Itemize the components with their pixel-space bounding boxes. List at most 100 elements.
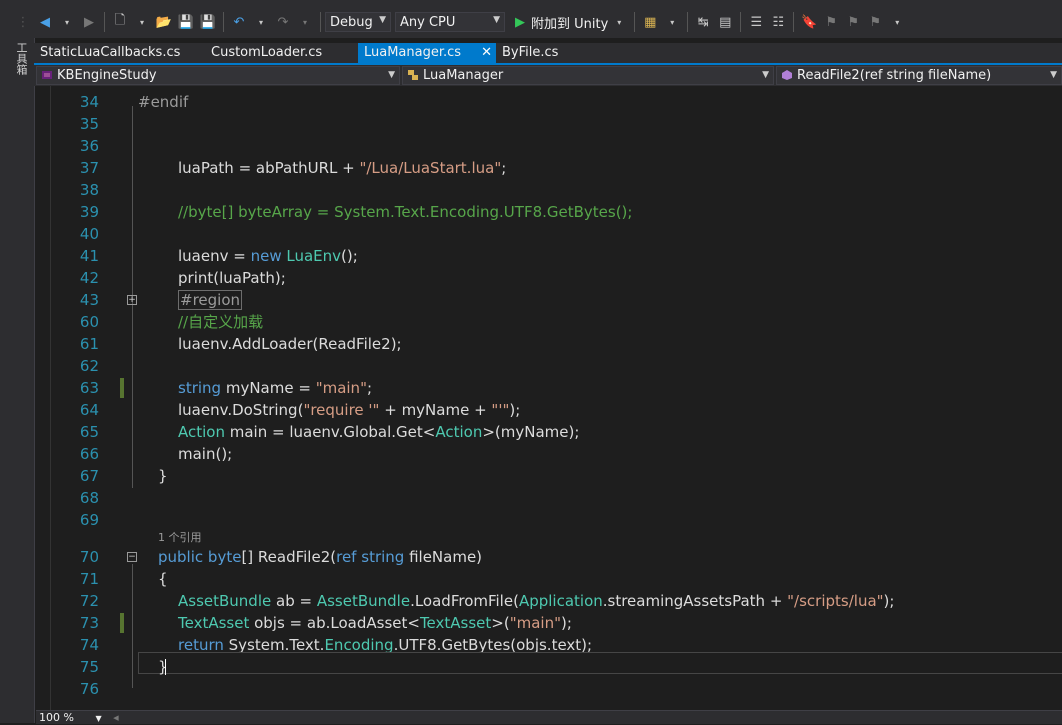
line-number: 34 [79, 93, 99, 111]
new-project-icon[interactable]: 🗋 [111, 11, 129, 33]
zoom-dropdown-icon[interactable]: ▼ [95, 714, 101, 723]
change-marker [120, 613, 124, 633]
line-number: 66 [79, 445, 99, 463]
toolbox-label[interactable]: 工具箱 [13, 42, 28, 75]
tab-label: StaticLuaCallbacks.cs [40, 45, 181, 60]
tab-luamanager[interactable]: LuaManager.cs ✕ [358, 43, 496, 63]
code-line: 65 Action main = luaenv.Global.Get<Action… [36, 421, 1062, 443]
collapsed-region[interactable]: #region [178, 290, 243, 310]
line-number: 35 [79, 115, 99, 133]
code-line: 43 + #region [36, 289, 1062, 311]
toolbar: ⋮ ◀ ▾ ▶ 🗋 ▾ 📂 💾 💾 ↶ ▾ ↷ ▾ Debug ▼ Any CPU… [0, 6, 1062, 38]
play-icon[interactable]: ▶ [511, 11, 529, 33]
line-number: 67 [79, 467, 99, 485]
line-number: 71 [79, 570, 99, 588]
redo-icon[interactable]: ↷ [274, 11, 292, 33]
line-number: 41 [79, 247, 99, 265]
dropdown-arrow-icon[interactable]: ▾ [610, 11, 628, 33]
tab-label: CustomLoader.cs [211, 45, 323, 60]
attach-button[interactable]: 附加到 Unity [531, 13, 608, 32]
dropdown-arrow-icon[interactable]: ▾ [252, 11, 270, 33]
close-icon[interactable]: ✕ [481, 43, 492, 63]
tab-customloader[interactable]: CustomLoader.cs [205, 43, 355, 63]
code-line: 37 luaPath = abPathURL + "/Lua/LuaStart.l… [36, 157, 1062, 179]
clear-bookmarks-icon[interactable]: ⚑ [866, 11, 884, 33]
code-text: //byte[] byteArray = System.Text.Encodin… [178, 203, 633, 221]
code-text: TextAsset objs = ab.LoadAsset<TextAsset>… [178, 614, 572, 632]
platform-select[interactable]: Any CPU ▼ [395, 12, 505, 32]
dropdown-arrow-icon[interactable]: ▾ [133, 11, 151, 33]
code-line: 71 { [36, 568, 1062, 590]
line-number: 68 [79, 489, 99, 507]
code-lens-references[interactable]: 1 个引用 [158, 531, 202, 545]
expand-icon[interactable]: + [127, 295, 137, 305]
code-line: 66 main(); [36, 443, 1062, 465]
code-text: public byte[] ReadFile2(ref string fileN… [158, 548, 483, 566]
bookmark-icon[interactable]: 🔖 [800, 11, 818, 33]
line-number: 72 [79, 592, 99, 610]
line-number: 42 [79, 269, 99, 287]
line-number: 37 [79, 159, 99, 177]
uncomment-icon[interactable]: ☷ [769, 11, 787, 33]
scroll-left-icon[interactable]: ◂ [113, 711, 119, 724]
code-text: AssetBundle ab = AssetBundle.LoadFromFil… [178, 592, 895, 610]
code-text: //自定义加载 [178, 313, 264, 331]
navigation-bar: KBEngineStudy ▼ LuaManager ▼ ReadFile2(ref… [34, 65, 1062, 86]
tab-label: LuaManager.cs [364, 45, 462, 60]
line-number: 73 [79, 614, 99, 632]
save-icon[interactable]: 💾 [177, 11, 195, 33]
zoom-level[interactable]: 100 % [39, 711, 74, 724]
configuration-select[interactable]: Debug ▼ [325, 12, 391, 32]
undo-icon[interactable]: ↶ [230, 11, 248, 33]
dropdown-arrow-icon[interactable]: ▾ [296, 11, 314, 33]
line-number: 40 [79, 225, 99, 243]
prev-bookmark-icon[interactable]: ⚑ [822, 11, 840, 33]
step-icon[interactable]: ↹ [694, 11, 712, 33]
open-icon[interactable]: 📂 [155, 11, 173, 33]
line-number: 38 [79, 181, 99, 199]
line-number: 70 [79, 548, 99, 566]
find-icon[interactable]: ▦ [641, 11, 659, 33]
code-line: 73 TextAsset objs = ab.LoadAsset<TextAsse… [36, 612, 1062, 634]
member-dropdown[interactable]: ReadFile2(ref string fileName) ▼ [776, 66, 1062, 85]
grip-icon: ⋮ [16, 14, 30, 30]
forward-icon[interactable]: ▶ [80, 11, 98, 33]
back-icon[interactable]: ◀ [36, 11, 54, 33]
code-text: } [158, 658, 168, 676]
next-bookmark-icon[interactable]: ⚑ [844, 11, 862, 33]
code-text: luaPath = abPathURL + "/Lua/LuaStart.lua… [178, 159, 507, 177]
code-line: 64 luaenv.DoString("require '" + myName +… [36, 399, 1062, 421]
code-line: 61 luaenv.AddLoader(ReadFile2); [36, 333, 1062, 355]
code-text: luaenv.DoString("require '" + myName + "… [178, 401, 521, 419]
code-line: 35 [36, 113, 1062, 135]
document-tabs: StaticLuaCallbacks.cs CustomLoader.cs Lu… [34, 43, 1062, 63]
collapse-icon[interactable]: − [127, 552, 137, 562]
line-number: 75 [79, 658, 99, 676]
line-number: 65 [79, 423, 99, 441]
line-number: 61 [79, 335, 99, 353]
code-editor[interactable]: 34 #endif 35 36 37 luaPath = abPathURL + "… [36, 86, 1062, 710]
text-caret [165, 659, 166, 675]
toolbox-panel[interactable]: 工具箱 [0, 38, 35, 723]
code-text: Action main = luaenv.Global.Get<Action>(… [178, 423, 580, 441]
line-number: 36 [79, 137, 99, 155]
dropdown-arrow-icon[interactable]: ▾ [58, 11, 76, 33]
class-name: LuaManager [423, 68, 504, 83]
tab-staticluacallbacks[interactable]: StaticLuaCallbacks.cs [34, 43, 199, 63]
code-line: 34 #endif [36, 91, 1062, 113]
code-line: 40 [36, 223, 1062, 245]
tab-byfile[interactable]: ByFile.cs [496, 43, 596, 63]
line-number: 62 [79, 357, 99, 375]
hierarchy-icon[interactable]: ▤ [716, 11, 734, 33]
dropdown-arrow-icon: ▼ [379, 15, 386, 25]
separator [634, 12, 636, 32]
class-icon [408, 70, 418, 80]
save-all-icon[interactable]: 💾 [199, 11, 217, 33]
comment-icon[interactable]: ☰ [747, 11, 765, 33]
project-dropdown[interactable]: KBEngineStudy ▼ [36, 66, 400, 85]
overflow-icon[interactable]: ▾ [888, 11, 906, 33]
code-line: 60 //自定义加载 [36, 311, 1062, 333]
dropdown-arrow-icon[interactable]: ▾ [663, 11, 681, 33]
class-dropdown[interactable]: LuaManager ▼ [402, 66, 774, 85]
separator [740, 12, 742, 32]
